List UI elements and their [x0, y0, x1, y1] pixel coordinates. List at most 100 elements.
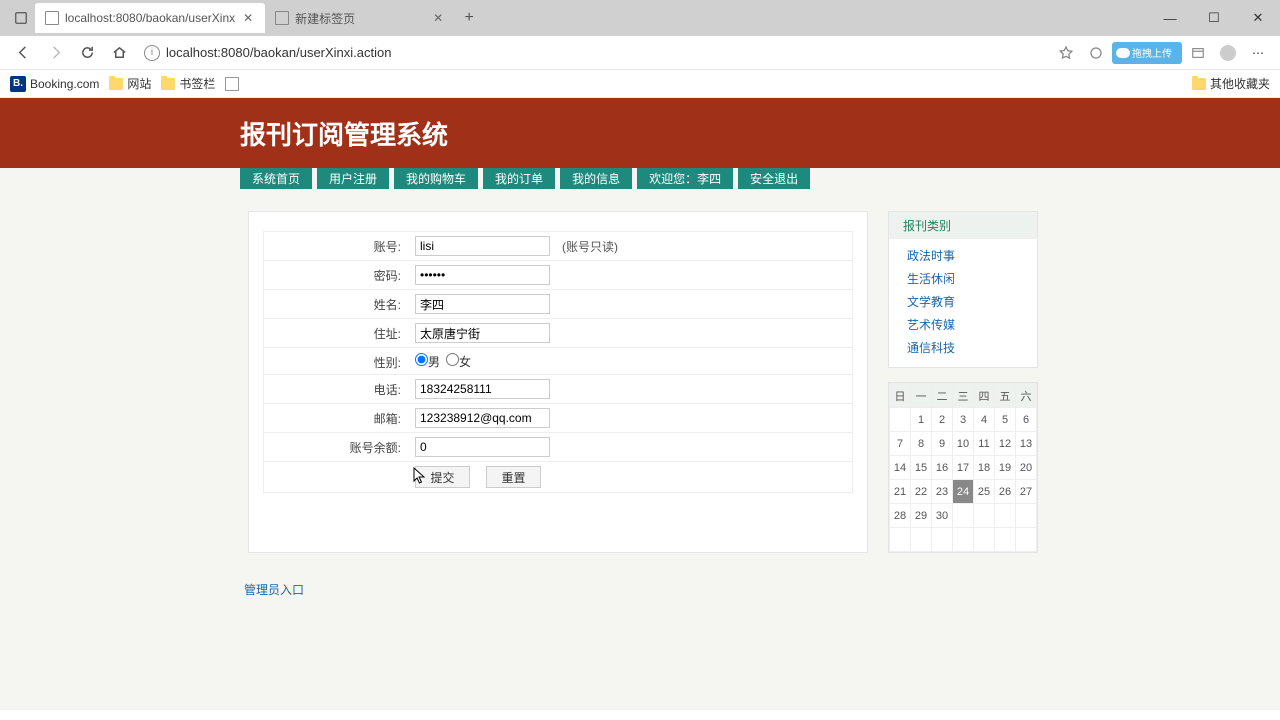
reset-button[interactable]: 重置 — [486, 466, 541, 488]
cal-day[interactable]: 21 — [890, 480, 911, 504]
cal-day[interactable]: 24 — [953, 480, 974, 504]
close-icon[interactable]: ✕ — [241, 11, 255, 25]
cal-day — [995, 504, 1016, 528]
nav-home[interactable]: 系统首页 — [240, 168, 312, 189]
cal-day[interactable]: 6 — [1016, 408, 1037, 432]
other-bookmarks[interactable]: 其他收藏夹 — [1192, 75, 1270, 92]
nav-cart[interactable]: 我的购物车 — [394, 168, 478, 189]
label-email: 邮箱: — [264, 404, 409, 432]
admin-link[interactable]: 管理员入口 — [244, 583, 304, 597]
cal-dow: 二 — [932, 384, 953, 408]
cal-day[interactable]: 9 — [932, 432, 953, 456]
cal-day[interactable]: 18 — [974, 456, 995, 480]
cal-day[interactable]: 22 — [911, 480, 932, 504]
gender-female[interactable]: 女 — [446, 353, 471, 370]
profile-icon[interactable] — [1214, 39, 1242, 67]
cal-day[interactable]: 29 — [911, 504, 932, 528]
cal-day[interactable]: 11 — [974, 432, 995, 456]
gender-male[interactable]: 男 — [415, 353, 440, 370]
name-input[interactable] — [415, 294, 550, 314]
email-input[interactable] — [415, 408, 550, 428]
address-input[interactable] — [415, 323, 550, 343]
close-button[interactable]: ✕ — [1236, 0, 1280, 36]
more-icon[interactable]: ⋯ — [1244, 39, 1272, 67]
cal-day[interactable]: 25 — [974, 480, 995, 504]
close-icon[interactable]: ✕ — [431, 11, 445, 25]
cal-day[interactable]: 3 — [953, 408, 974, 432]
back-button[interactable] — [8, 38, 38, 68]
cal-day[interactable]: 27 — [1016, 480, 1037, 504]
cal-day[interactable]: 14 — [890, 456, 911, 480]
radio-female[interactable] — [446, 353, 459, 366]
site-title: 报刊订阅管理系统 — [240, 115, 448, 152]
maximize-button[interactable]: ☐ — [1192, 0, 1236, 36]
url-input[interactable]: i localhost:8080/baokan/userXinxi.action — [136, 39, 1050, 67]
cal-day — [953, 504, 974, 528]
label-address: 住址: — [264, 319, 409, 347]
tab-actions-icon[interactable] — [7, 5, 35, 31]
cal-dow: 四 — [974, 384, 995, 408]
tab-1[interactable]: 新建标签页 ✕ — [265, 3, 455, 33]
page-icon — [275, 11, 289, 25]
bookmarks-bar: B.Booking.com 网站 书签栏 其他收藏夹 — [0, 70, 1280, 98]
cal-day[interactable]: 12 — [995, 432, 1016, 456]
cal-day[interactable]: 19 — [995, 456, 1016, 480]
password-input[interactable] — [415, 265, 550, 285]
category-item[interactable]: 通信科技 — [889, 336, 1037, 359]
tab-0[interactable]: localhost:8080/baokan/userXinx ✕ — [35, 3, 265, 33]
cal-day — [890, 528, 911, 552]
cal-day[interactable]: 28 — [890, 504, 911, 528]
bookmark-booking[interactable]: B.Booking.com — [10, 76, 99, 92]
cal-day[interactable]: 13 — [1016, 432, 1037, 456]
cal-day[interactable]: 4 — [974, 408, 995, 432]
label-gender: 性别: — [264, 348, 409, 374]
minimize-button[interactable]: — — [1148, 0, 1192, 36]
cal-dow: 六 — [1016, 384, 1037, 408]
bookmark-folder-1[interactable]: 网站 — [109, 75, 151, 92]
nav-menu: 系统首页 用户注册 我的购物车 我的订单 我的信息 欢迎您：李四 安全退出 — [0, 168, 1280, 193]
cal-dow: 五 — [995, 384, 1016, 408]
cal-day — [953, 528, 974, 552]
nav-orders[interactable]: 我的订单 — [483, 168, 555, 189]
cal-day[interactable]: 30 — [932, 504, 953, 528]
cal-day[interactable]: 5 — [995, 408, 1016, 432]
favorites-icon[interactable] — [1052, 39, 1080, 67]
new-tab-button[interactable]: + — [455, 4, 483, 32]
bookmark-page[interactable] — [225, 77, 239, 91]
user-info-form: 账号: (账号只读) 密码: 姓名: 住址: 性别: — [248, 211, 868, 553]
cal-day[interactable]: 17 — [953, 456, 974, 480]
bookmark-folder-2[interactable]: 书签栏 — [161, 75, 215, 92]
extension-icon[interactable] — [1082, 39, 1110, 67]
category-item[interactable]: 文学教育 — [889, 290, 1037, 313]
cal-day[interactable]: 15 — [911, 456, 932, 480]
cal-day[interactable]: 7 — [890, 432, 911, 456]
nav-myinfo[interactable]: 我的信息 — [560, 168, 632, 189]
cal-day[interactable]: 8 — [911, 432, 932, 456]
url-text: localhost:8080/baokan/userXinxi.action — [166, 45, 391, 60]
nav-register[interactable]: 用户注册 — [317, 168, 389, 189]
cal-day[interactable]: 23 — [932, 480, 953, 504]
refresh-button[interactable] — [72, 38, 102, 68]
site-info-icon[interactable]: i — [144, 45, 160, 61]
cloud-sync-badge[interactable]: 拖拽上传 — [1112, 42, 1182, 64]
nav-logout[interactable]: 安全退出 — [738, 168, 810, 189]
cal-day[interactable]: 26 — [995, 480, 1016, 504]
collections-icon[interactable] — [1184, 39, 1212, 67]
cal-day[interactable]: 16 — [932, 456, 953, 480]
cal-day[interactable]: 20 — [1016, 456, 1037, 480]
page-icon — [225, 77, 239, 91]
cal-day[interactable]: 2 — [932, 408, 953, 432]
radio-male[interactable] — [415, 353, 428, 366]
page-icon — [45, 11, 59, 25]
home-button[interactable] — [104, 38, 134, 68]
cal-day[interactable]: 1 — [911, 408, 932, 432]
cal-day[interactable]: 10 — [953, 432, 974, 456]
phone-input[interactable] — [415, 379, 550, 399]
tab-title: localhost:8080/baokan/userXinx — [65, 11, 235, 25]
balance-input[interactable] — [415, 437, 550, 457]
category-item[interactable]: 政法时事 — [889, 244, 1037, 267]
submit-button[interactable]: 提交 — [415, 466, 470, 488]
category-item[interactable]: 艺术传媒 — [889, 313, 1037, 336]
category-item[interactable]: 生活休闲 — [889, 267, 1037, 290]
cal-day — [995, 528, 1016, 552]
